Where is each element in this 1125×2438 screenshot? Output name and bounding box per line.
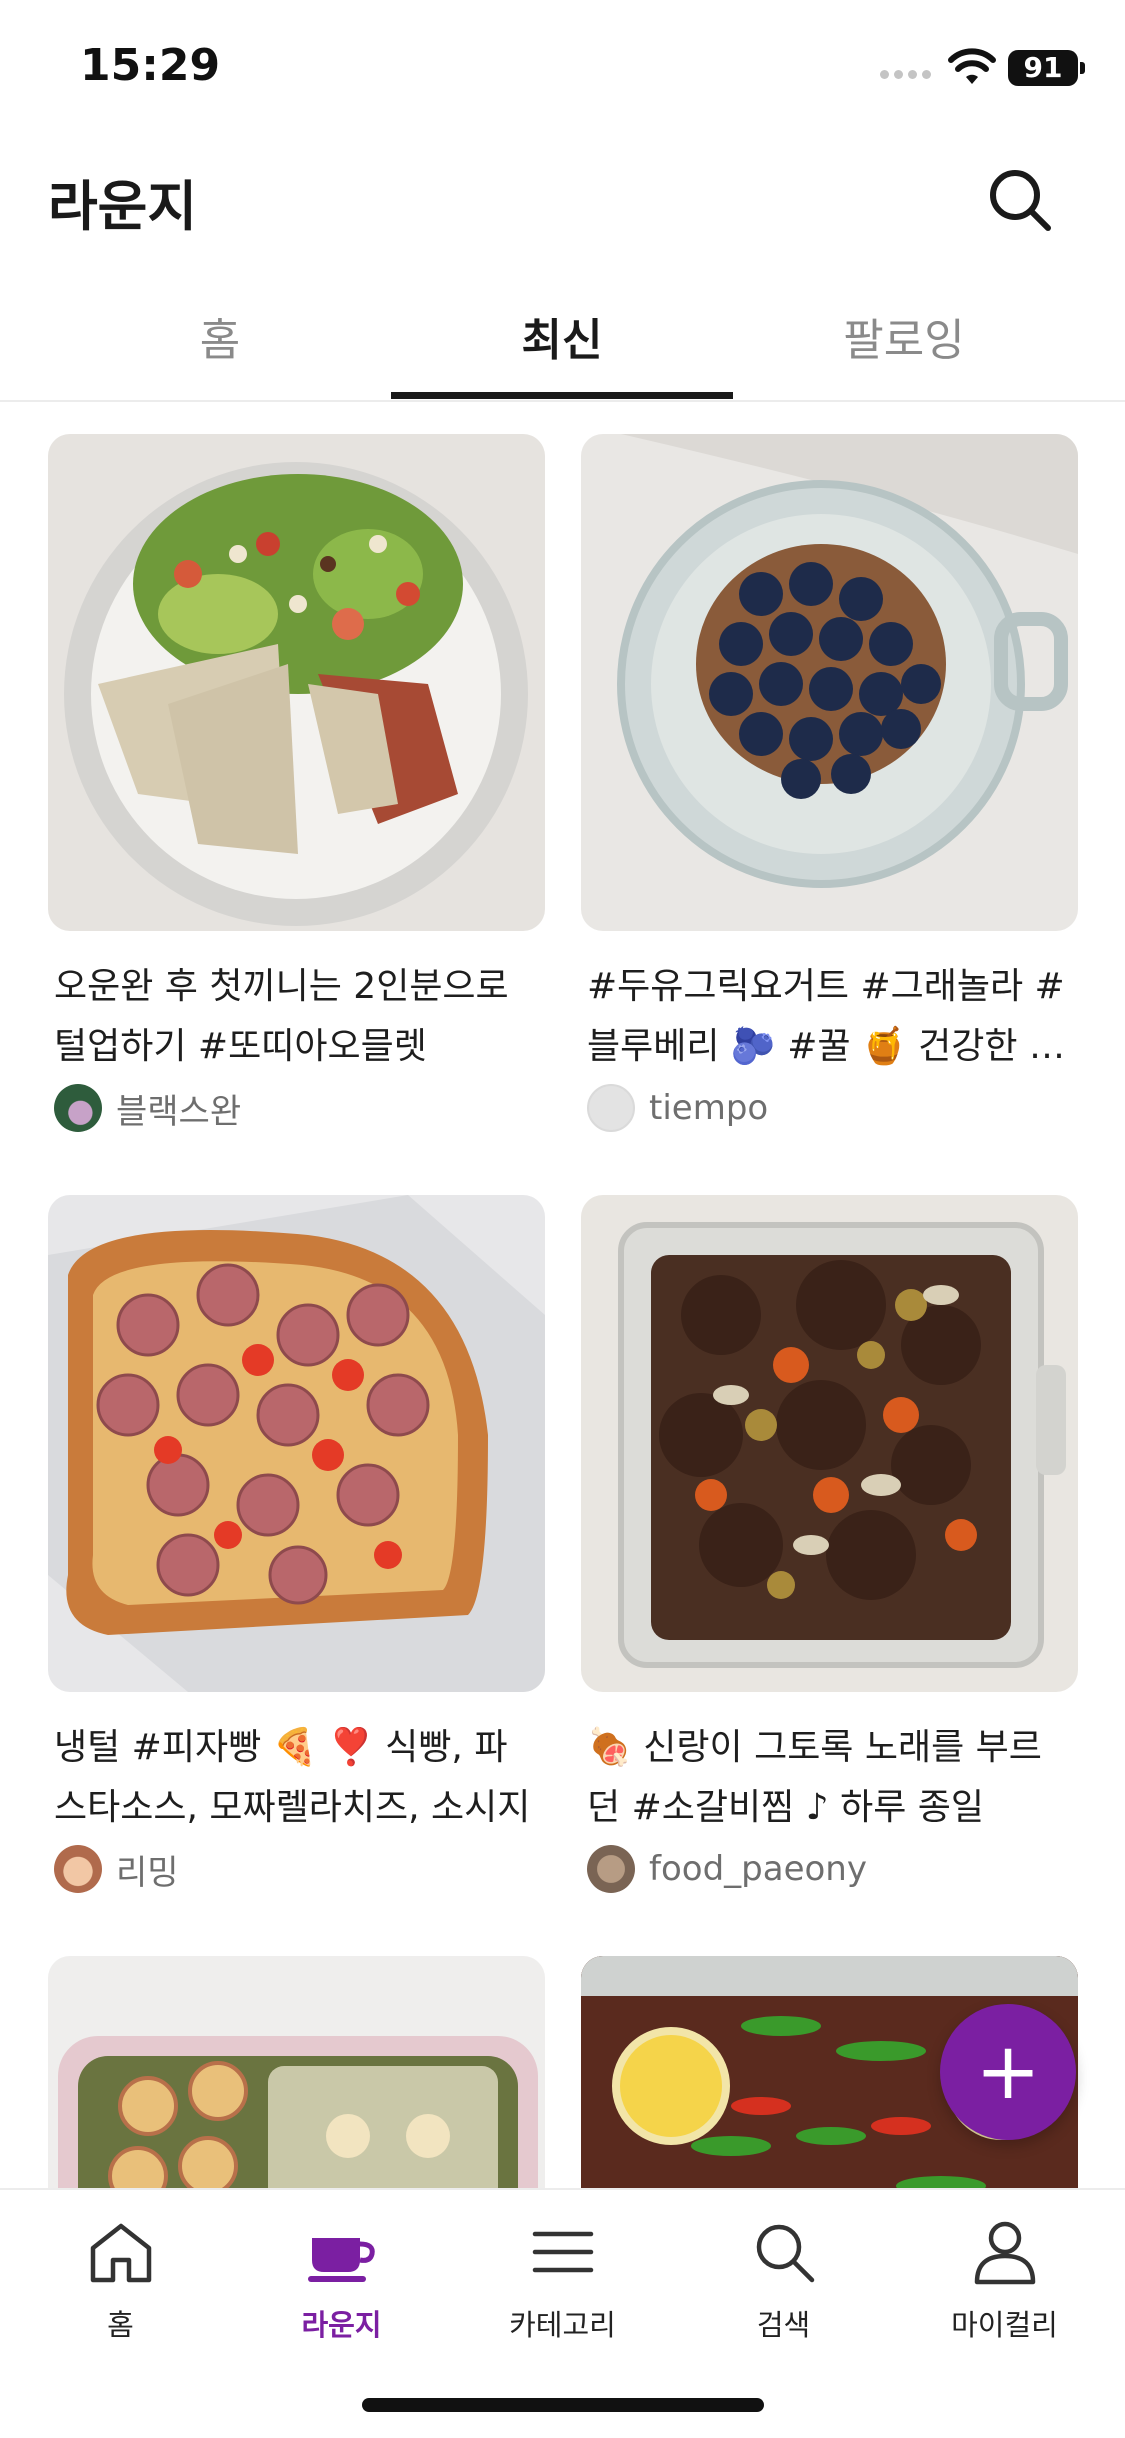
post-feed: 오운완 후 첫끼니는 2인분으로 털업하기 #또띠아오믈렛 블랙스완 #두유그릭… bbox=[0, 402, 1125, 2188]
home-indicator bbox=[362, 2398, 764, 2412]
avatar bbox=[587, 1084, 635, 1132]
wifi-icon bbox=[948, 48, 996, 84]
nav-label: 마이컬리 bbox=[951, 2308, 1058, 2342]
post-title: #두유그릭요거트 #그래놀라 #블루베리 🫐 #꿀 🍯 건강한 간식 bbox=[587, 966, 1065, 1067]
nav-item-lounge[interactable]: 라운지 bbox=[229, 2216, 454, 2344]
post-card[interactable]: 🍖 신랑이 그토록 노래를 부르던 #소갈비찜 ♪ 하루 종일 food_pae… bbox=[581, 1195, 1078, 1900]
status-time: 15:29 bbox=[80, 40, 221, 91]
nav-item-my-kurly[interactable]: 마이컬리 bbox=[892, 2216, 1117, 2344]
post-image-salad[interactable] bbox=[48, 434, 545, 931]
avatar bbox=[54, 1084, 102, 1132]
menu-icon bbox=[532, 2231, 593, 2273]
nav-label: 검색 bbox=[756, 2308, 811, 2342]
braised-ribs-image bbox=[618, 1222, 1066, 1668]
post-title: 🍖 신랑이 그토록 노래를 부르던 #소갈비찜 ♪ 하루 종일 bbox=[587, 1727, 1042, 1828]
pizza-toast-image bbox=[48, 1195, 545, 1692]
avatar bbox=[587, 1845, 635, 1893]
post-image-bento[interactable] bbox=[48, 1956, 545, 2188]
author-name: tiempo bbox=[649, 1088, 769, 1128]
tab-latest[interactable]: 최신 bbox=[391, 304, 733, 368]
post-card[interactable] bbox=[48, 1956, 545, 2188]
plus-icon: + bbox=[975, 2027, 1041, 2117]
post-card[interactable]: 오운완 후 첫끼니는 2인분으로 털업하기 #또띠아오믈렛 블랙스완 bbox=[48, 434, 545, 1139]
nav-label: 카테고리 bbox=[509, 2308, 616, 2342]
post-author[interactable]: tiempo bbox=[587, 1081, 1072, 1135]
coffee-cup-icon bbox=[307, 2238, 375, 2282]
lounge-tabs: 홈 최신 팔로잉 bbox=[0, 280, 1125, 402]
blueberry-yogurt-image bbox=[617, 434, 1078, 888]
nav-item-home[interactable]: 홈 bbox=[8, 2216, 233, 2344]
nav-item-search[interactable]: 검색 bbox=[671, 2216, 896, 2344]
bento-image bbox=[58, 2036, 538, 2188]
app-header: 라운지 bbox=[0, 140, 1125, 260]
active-tab-indicator bbox=[391, 392, 733, 399]
status-bar: 15:29 91 bbox=[0, 0, 1125, 140]
post-image-blueberry[interactable] bbox=[581, 434, 1078, 931]
battery-indicator: 91 bbox=[1008, 50, 1078, 86]
post-card[interactable]: 냉털 #피자빵 🍕 ❣️ 식빵, 파스타소스, 모짜렐라치즈, 소시지 리밍 bbox=[48, 1195, 545, 1900]
salad-plate-image bbox=[64, 462, 528, 926]
tab-following[interactable]: 팔로잉 bbox=[733, 304, 1075, 368]
author-name: food_paeony bbox=[649, 1849, 867, 1889]
post-card[interactable]: #두유그릭요거트 #그래놀라 #블루베리 🫐 #꿀 🍯 건강한 간식 tiemp… bbox=[581, 434, 1078, 1139]
person-icon bbox=[974, 2221, 1035, 2285]
post-author[interactable]: 리밍 bbox=[54, 1842, 539, 1896]
author-name: 리밍 bbox=[116, 1852, 179, 1893]
post-image-pizza-toast[interactable] bbox=[48, 1195, 545, 1692]
page-title: 라운지 bbox=[48, 175, 198, 238]
home-icon bbox=[90, 2223, 151, 2283]
post-title: 오운완 후 첫끼니는 2인분으로 털업하기 #또띠아오믈렛 bbox=[54, 966, 509, 1067]
search-icon bbox=[756, 2224, 814, 2283]
avatar bbox=[54, 1845, 102, 1893]
write-post-button[interactable]: + bbox=[940, 2004, 1076, 2140]
post-author[interactable]: food_paeony bbox=[587, 1842, 1072, 1896]
nav-label: 라운지 bbox=[301, 2308, 382, 2342]
post-image-short-ribs[interactable] bbox=[581, 1195, 1078, 1692]
tab-home[interactable]: 홈 bbox=[49, 304, 391, 368]
post-author[interactable]: 블랙스완 bbox=[54, 1081, 539, 1135]
nav-item-category[interactable]: 카테고리 bbox=[450, 2216, 675, 2344]
nav-label: 홈 bbox=[107, 2308, 134, 2342]
author-name: 블랙스완 bbox=[116, 1091, 242, 1132]
battery-tip bbox=[1080, 62, 1085, 74]
cellular-signal-icon bbox=[880, 70, 932, 84]
search-icon[interactable] bbox=[980, 160, 1060, 240]
post-title: 냉털 #피자빵 🍕 ❣️ 식빵, 파스타소스, 모짜렐라치즈, 소시지 bbox=[54, 1727, 531, 1828]
